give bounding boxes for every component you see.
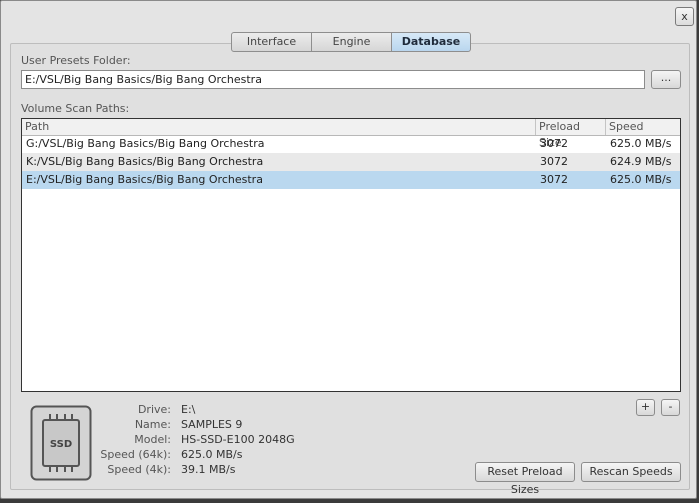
tab-interface[interactable]: Interface [231,32,312,52]
close-button[interactable]: x [675,7,694,26]
remove-path-button[interactable]: - [661,399,680,416]
drive-key: Drive: [137,403,171,416]
row-path: K:/VSL/Big Bang Basics/Big Bang Orchestr… [26,155,264,168]
name-value: SAMPLES 9 [181,418,243,431]
table-header: Path Preload Size Speed [22,119,680,149]
name-key: Name: [134,418,171,431]
tab-database[interactable]: Database [391,32,471,52]
table-row[interactable]: K:/VSL/Big Bang Basics/Big Bang Orchestr… [22,153,680,171]
row-speed: 624.9 MB/s [610,155,672,168]
row-preload-size: 3072 [540,173,568,186]
rescan-speeds-button[interactable]: Rescan Speeds [581,462,681,482]
ssd-icon-label: SSD [50,439,72,450]
row-path: E:/VSL/Big Bang Basics/Big Bang Orchestr… [26,173,263,186]
reset-preload-sizes-button[interactable]: Reset Preload Sizes [475,462,575,496]
speed-4k-key: Speed (4k): [107,463,171,476]
tab-engine[interactable]: Engine [311,32,392,52]
model-key: Model: [134,433,171,446]
table-row[interactable]: G:/VSL/Big Bang Basics/Big Bang Orchestr… [22,135,680,153]
add-path-button[interactable]: + [636,399,655,416]
row-preload-size: 3072 [540,155,568,168]
drive-value: E:\ [181,403,196,416]
scan-paths-table: Path Preload Size Speed G:/VSL/Big Bang … [21,118,681,392]
row-path: G:/VSL/Big Bang Basics/Big Bang Orchestr… [26,137,265,150]
presets-folder-input[interactable] [21,70,645,89]
browse-button[interactable]: ... [651,70,681,89]
column-header-speed[interactable]: Speed [606,119,680,135]
speed-4k-value: 39.1 MB/s [181,463,236,476]
presets-folder-label: User Presets Folder: [21,54,131,67]
speed-64k-value: 625.0 MB/s [181,448,243,461]
ssd-icon: SSD [30,405,92,481]
tab-bar: Interface Engine Database [231,32,471,52]
scan-paths-label: Volume Scan Paths: [21,102,130,115]
column-header-preload-size[interactable]: Preload Size [536,119,606,149]
row-speed: 625.0 MB/s [610,137,672,150]
model-value: HS-SSD-E100 2048G [181,433,295,446]
row-preload-size: 3072 [540,137,568,150]
preferences-window: x Interface Engine Database User Presets… [0,0,697,499]
row-speed: 625.0 MB/s [610,173,672,186]
column-header-path[interactable]: Path [22,119,536,135]
speed-64k-key: Speed (64k): [100,448,171,461]
table-row-selected[interactable]: E:/VSL/Big Bang Basics/Big Bang Orchestr… [22,171,680,189]
